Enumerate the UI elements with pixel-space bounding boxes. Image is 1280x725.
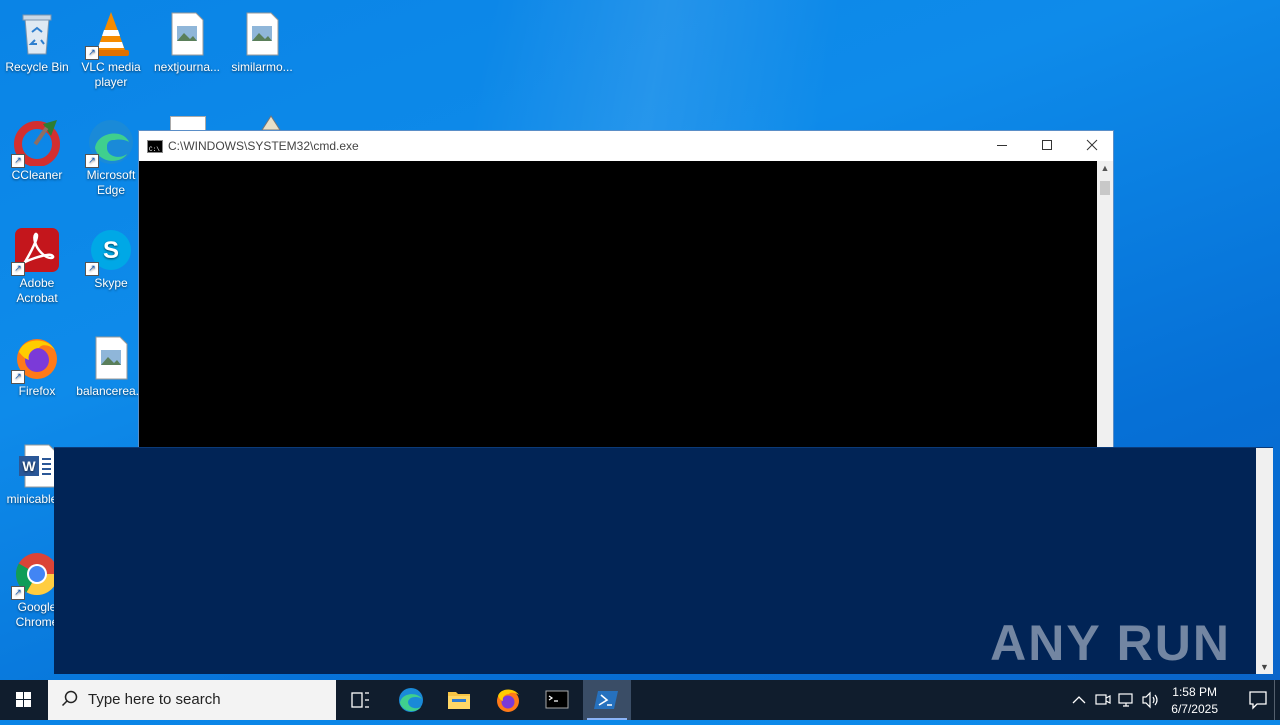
taskbar-firefox-button[interactable] [484,680,532,720]
start-button[interactable] [0,680,48,720]
desktop-icon-label: Skype [94,276,128,290]
powershell-vertical-scrollbar[interactable]: ▼ [1256,448,1273,674]
shortcut-arrow-icon: ↗ [11,262,25,276]
scrollbar-thumb[interactable] [1100,181,1110,195]
shortcut-arrow-icon: ↗ [11,586,25,600]
windows-logo-icon [16,692,31,707]
close-icon [1086,139,1098,151]
desktop-icon-nextjourna[interactable]: nextjourna... [150,4,224,75]
clock-time: 1:58 PM [1172,685,1217,699]
desktop-icon-edge[interactable]: ↗ Microsoft Edge [74,112,148,198]
show-desktop-button[interactable] [1274,680,1280,720]
shortcut-arrow-icon: ↗ [85,262,99,276]
tray-volume[interactable] [1140,680,1162,720]
show-hidden-icons-button[interactable] [1068,680,1090,720]
taskbar-search-box[interactable]: Type here to search [48,680,336,720]
network-icon [1118,693,1133,707]
desktop-icon-similarmo[interactable]: similarmo... [225,4,299,75]
scroll-up-icon[interactable]: ▲ [1097,163,1113,173]
image-file-icon [163,10,211,58]
camera-icon [1095,694,1111,705]
desktop-icon-label: Adobe Acrobat [16,276,58,305]
speaker-icon [1142,691,1158,709]
recycle-bin-icon [13,10,61,58]
firefox-icon: ↗ [11,334,61,384]
desktop-icon-label: balancerea... [76,384,146,398]
desktop-icon-acrobat[interactable]: ↗ Adobe Acrobat [0,220,74,306]
hidden-setup-icon [258,114,284,131]
scroll-down-icon[interactable]: ▼ [1256,662,1273,672]
desktop-icon-label: Recycle Bin [5,60,69,74]
svg-text:C:\: C:\ [149,146,160,153]
image-file-icon [87,334,135,382]
close-button[interactable] [1069,131,1115,161]
desktop-icon-firefox[interactable]: ↗ Firefox [0,328,74,399]
shortcut-arrow-icon: ↗ [85,46,99,60]
desktop-icon-label: Firefox [18,384,56,398]
anyrun-watermark: ANY RUN [990,614,1231,672]
desktop-icon-label: Microsoft Edge [86,168,136,197]
cmd-icon [545,690,569,709]
desktop-icon-vlc[interactable]: ↗ VLC media player [74,4,148,90]
taskbar-clock[interactable]: 1:58 PM 6/7/2025 [1171,684,1218,718]
desktop-icon-label: nextjourna... [153,60,221,74]
task-view-button[interactable] [336,680,384,720]
folder-icon [448,692,470,709]
cmd-window[interactable]: C:\ C:\WINDOWS\SYSTEM32\cmd.exe ▲ [138,130,1114,448]
shortcut-arrow-icon: ↗ [11,154,25,168]
desktop-icon-ccleaner[interactable]: ↗ CCleaner [0,112,74,183]
tray-meet-now[interactable] [1092,680,1114,720]
skype-icon: S ↗ [85,226,135,276]
desktop-icon-label: VLC media player [81,60,141,89]
cmd-console-output[interactable] [139,161,1097,447]
cmd-titlebar[interactable]: C:\ C:\WINDOWS\SYSTEM32\cmd.exe [139,131,1113,161]
powershell-console[interactable]: ANY RUN ▼ [54,447,1273,674]
maximize-button[interactable] [1024,131,1070,161]
tray-network[interactable] [1116,680,1138,720]
search-icon [61,690,78,707]
chevron-up-icon [1072,696,1086,704]
taskbar: Type here to search 1:58 PM 6/7/2025 [0,680,1280,720]
powershell-icon [594,691,618,709]
task-view-icon [351,692,369,708]
vlc-cone-icon: ↗ [85,10,135,60]
action-center-button[interactable] [1248,690,1268,715]
taskbar-cmd-button[interactable] [533,680,581,720]
image-file-icon [238,10,286,58]
cmd-vertical-scrollbar[interactable]: ▲ [1097,161,1113,447]
edge-icon: ↗ [85,118,135,168]
minimize-button[interactable] [979,131,1025,161]
taskbar-edge-button[interactable] [387,680,435,720]
desktop-icon-balancerea[interactable]: balancerea... [74,328,148,399]
desktop-icon-label: similarmo... [231,60,293,74]
watermark-text: ANY RUN [990,615,1231,671]
edge-icon [399,688,423,712]
desktop-icon-skype[interactable]: S ↗ Skype [74,220,148,291]
firefox-icon [497,689,519,712]
ccleaner-icon: ↗ [11,118,61,168]
notification-icon [1249,691,1267,710]
svg-text:W: W [22,458,36,474]
maximize-icon [1042,140,1052,150]
search-placeholder: Type here to search [88,691,221,708]
shortcut-arrow-icon: ↗ [11,370,25,384]
desktop-icon-recycle-bin[interactable]: Recycle Bin [0,4,74,75]
acrobat-icon: ↗ [11,226,61,276]
cmd-window-title: C:\WINDOWS\SYSTEM32\cmd.exe [168,139,359,153]
minimize-icon [997,145,1007,146]
cmd-app-icon: C:\ [147,140,163,153]
svg-text:S: S [103,237,119,264]
clock-date: 6/7/2025 [1171,702,1218,716]
hidden-file-icon [170,116,206,131]
desktop-icon-label: CCleaner [11,168,63,182]
shortcut-arrow-icon: ↗ [85,154,99,168]
taskbar-powershell-button[interactable] [583,680,631,720]
taskbar-file-explorer-button[interactable] [435,680,483,720]
desktop-icon-label: Google Chrome [15,600,59,629]
